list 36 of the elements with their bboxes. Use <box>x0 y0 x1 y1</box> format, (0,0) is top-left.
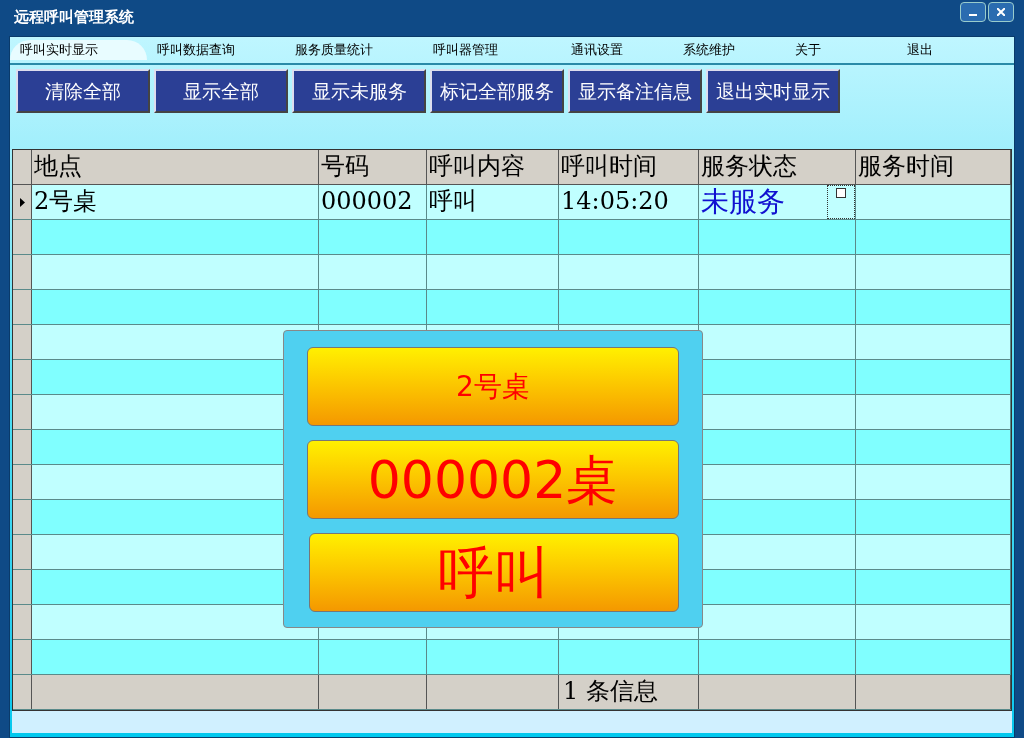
toolbar-button[interactable]: 显示备注信息 <box>568 69 702 113</box>
menu-item[interactable]: 呼叫器管理 <box>423 40 561 60</box>
toolbar-button[interactable]: 显示未服务 <box>292 69 426 113</box>
row-header[interactable] <box>13 185 32 219</box>
menu-item[interactable]: 关于 <box>785 40 897 60</box>
column-header[interactable]: 地点 <box>32 150 319 184</box>
column-header[interactable]: 服务时间 <box>856 150 1011 184</box>
column-header[interactable]: 号码 <box>319 150 427 184</box>
toolbar-button[interactable]: 退出实时显示 <box>706 69 840 113</box>
column-header[interactable]: 服务状态 <box>699 150 856 184</box>
row-pointer-icon <box>19 197 25 207</box>
call-content-display: 呼叫 <box>309 533 679 612</box>
minimize-button[interactable] <box>960 2 986 22</box>
close-button[interactable] <box>988 2 1014 22</box>
toolbar-button[interactable]: 显示全部 <box>154 69 288 113</box>
table-cell: 未服务 <box>699 185 856 219</box>
menu-item[interactable]: 通讯设置 <box>561 40 673 60</box>
checkbox[interactable] <box>836 188 846 198</box>
menu-item[interactable]: 呼叫数据查询 <box>147 40 285 60</box>
table-cell: 呼叫 <box>427 185 559 219</box>
table-cell: 14:05:20 <box>559 185 699 219</box>
menu-item[interactable]: 系统维护 <box>673 40 785 60</box>
number-display: 000002桌 <box>307 440 679 519</box>
window-title: 远程呼叫管理系统 <box>14 7 134 28</box>
menu-item[interactable]: 呼叫实时显示 <box>10 40 147 60</box>
location-display: 2号桌 <box>307 347 679 426</box>
close-icon <box>997 8 1005 16</box>
toolbar-button[interactable]: 清除全部 <box>16 69 150 113</box>
toolbar-button[interactable]: 标记全部服务 <box>430 69 564 113</box>
menu-item[interactable]: 退出 <box>897 40 1009 60</box>
table-cell: 000002 <box>319 185 427 219</box>
menu-item[interactable]: 服务质量统计 <box>285 40 423 60</box>
column-header[interactable]: 呼叫时间 <box>559 150 699 184</box>
column-header[interactable]: 呼叫内容 <box>427 150 559 184</box>
table-cell: 2号桌 <box>32 185 319 219</box>
record-count: 1 条信息 <box>563 677 658 705</box>
